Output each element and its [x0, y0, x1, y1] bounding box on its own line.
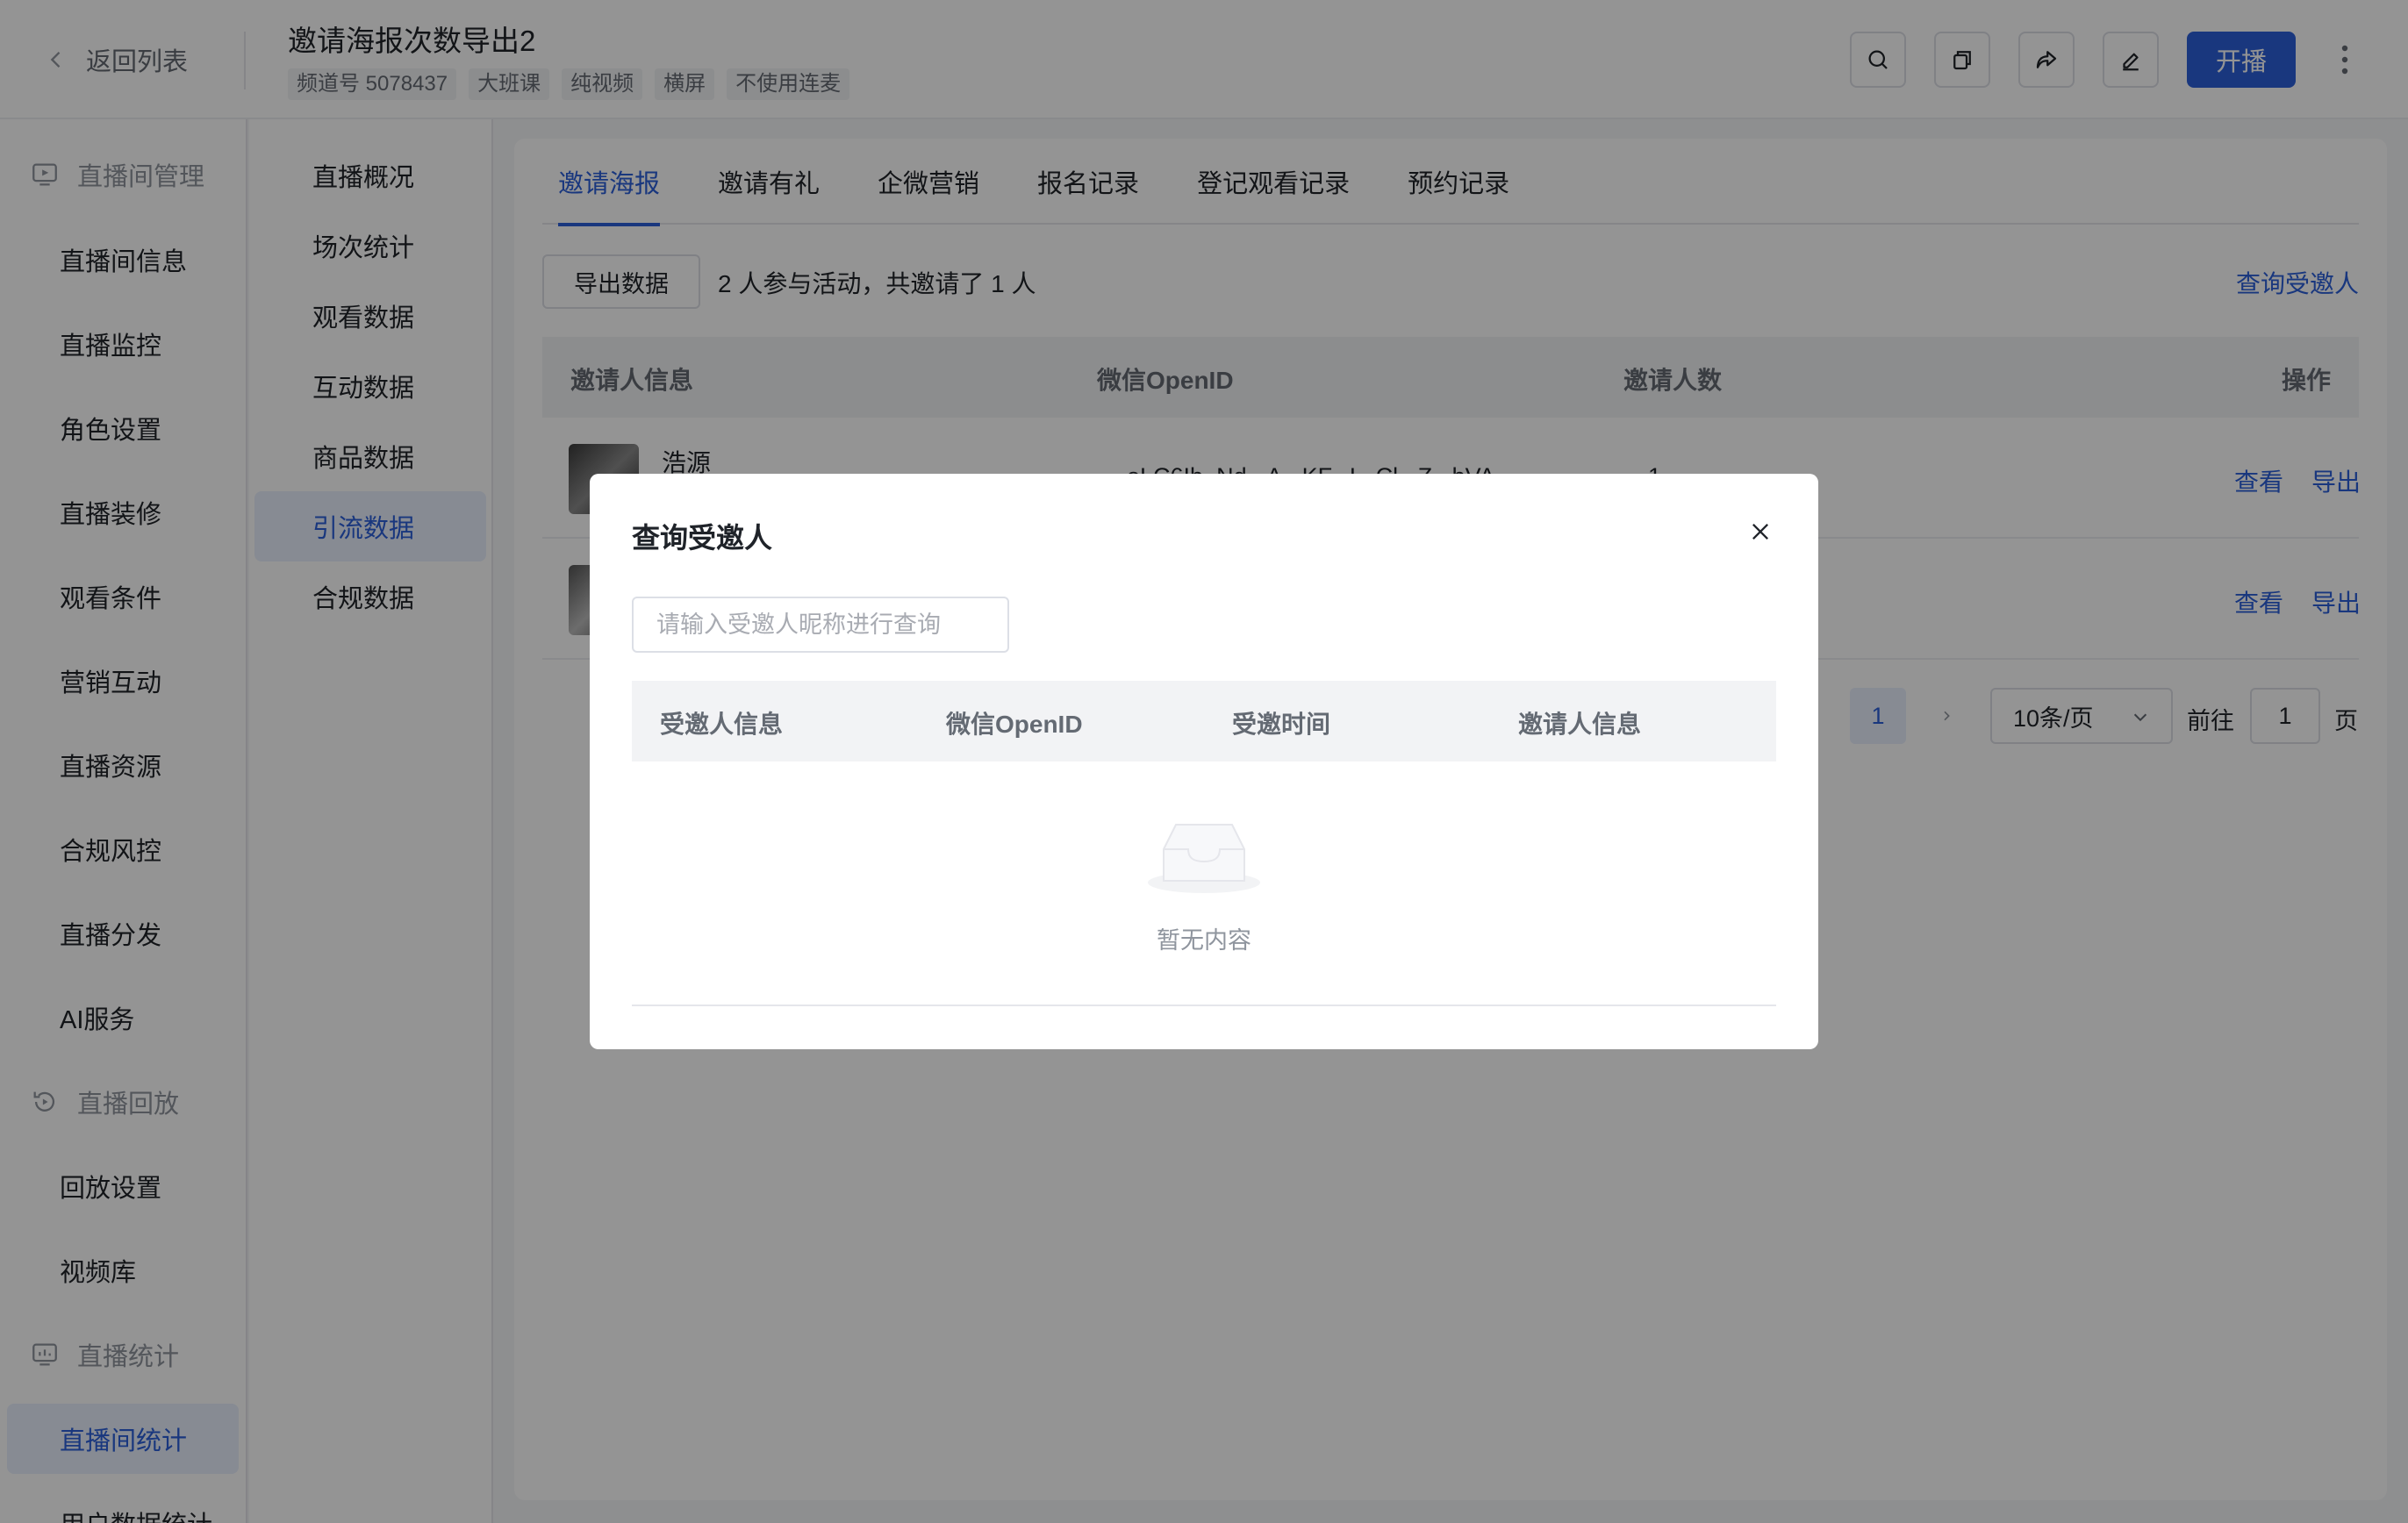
invitee-search-input[interactable]	[632, 597, 1009, 653]
empty-inbox-icon	[1148, 824, 1260, 893]
query-invitees-dialog: 查询受邀人 受邀人信息 微信OpenID 受邀时间 邀请人信息 暂无内容	[590, 474, 1818, 1049]
close-dialog-button[interactable]	[1745, 516, 1776, 547]
dialog-table-header: 受邀人信息 微信OpenID 受邀时间 邀请人信息	[632, 681, 1776, 762]
dialog-title: 查询受邀人	[632, 522, 773, 554]
empty-state-text: 暂无内容	[1157, 927, 1251, 954]
close-icon	[1752, 524, 1768, 540]
column-header: 受邀人信息	[660, 711, 784, 738]
column-header: 邀请人信息	[1518, 711, 1642, 738]
column-header: 受邀时间	[1232, 711, 1331, 738]
dialog-divider	[632, 1005, 1776, 1006]
column-header: 微信OpenID	[946, 711, 1083, 738]
